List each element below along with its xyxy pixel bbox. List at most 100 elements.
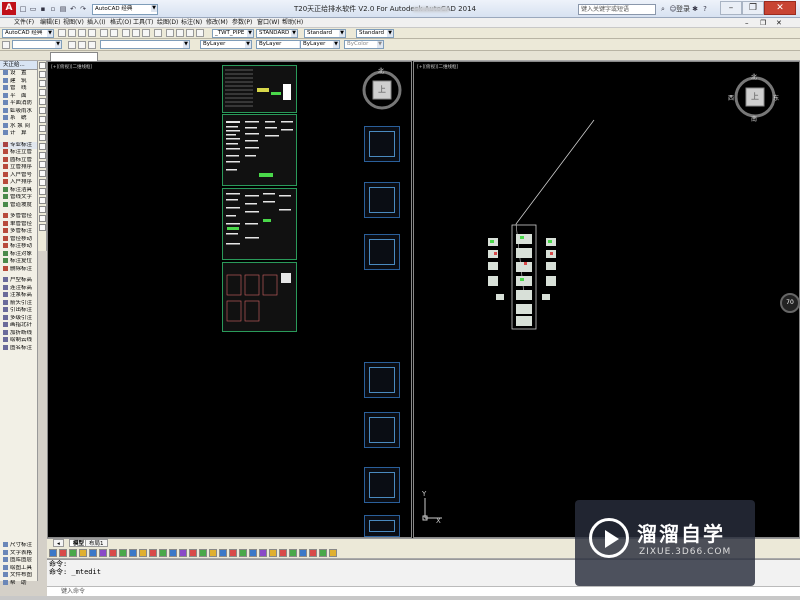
menu-item-entry-sort[interactable]: 入户排序 (0, 179, 37, 187)
menu-item-pipe-slope[interactable]: 管道坡度 (0, 201, 37, 210)
mtext-tool-icon[interactable] (38, 224, 46, 231)
menu-item-pump-elevation[interactable]: 注泵标高 (0, 292, 37, 300)
doc-restore-icon[interactable]: ❐ (760, 18, 766, 28)
workspace-switcher[interactable]: AutoCAD 经典 ▼ (92, 4, 158, 15)
paste-icon[interactable] (142, 29, 150, 37)
tool-icon[interactable] (169, 549, 177, 557)
menu-window[interactable]: 窗口(W) (257, 18, 280, 28)
autocad-logo-icon[interactable]: A (2, 2, 16, 15)
search-input[interactable]: 键入关键字或短语 (578, 4, 656, 15)
linetype-combo[interactable]: ByLayer▼ (256, 40, 306, 49)
tool-icon[interactable] (249, 549, 257, 557)
drawing-canvas[interactable]: [+][俯视][二维线框] 北 上 [+][俯视][二维线框] 北 南 东 西 … (47, 61, 800, 538)
search-icon[interactable]: ⌕ (658, 4, 668, 14)
arc-tool-icon[interactable] (38, 107, 46, 114)
polygon-tool-icon[interactable] (38, 89, 46, 96)
menu-item-multi-label[interactable]: 多管标注 (0, 228, 37, 236)
menu-item-label-object[interactable]: 标注对象 (0, 250, 37, 259)
properties-icon[interactable] (196, 29, 204, 37)
menu-item-single-diameter[interactable]: 单管管径 (0, 220, 37, 229)
plan-page[interactable] (364, 126, 400, 162)
plotstyle-combo[interactable]: ByColor ▼ (344, 40, 384, 49)
right-viewport[interactable]: [+][俯视][二维线框] 北 南 东 西 上 Y X (413, 61, 800, 538)
menu-item-label-reset[interactable]: 标注复位 (0, 258, 37, 266)
menu-view[interactable]: 视图(V) (63, 18, 84, 28)
menu-item-pipe-text[interactable]: 管线文字 (0, 194, 37, 202)
menu-item-system[interactable]: 系 统 (0, 115, 37, 123)
menu-item-help[interactable]: 帮 助 (0, 579, 37, 588)
pan-icon[interactable] (166, 29, 174, 37)
tool-icon[interactable] (59, 549, 67, 557)
save-icon[interactable]: ▪ (38, 4, 48, 14)
redo-icon[interactable]: ↷ (78, 4, 88, 14)
menu-item-continuous-elevation[interactable]: 连注标高 (0, 284, 37, 293)
settings-icon[interactable] (58, 29, 66, 37)
tool-icon[interactable] (309, 549, 317, 557)
drawing-sheet[interactable] (222, 65, 297, 113)
doc-close-icon[interactable]: ✕ (776, 18, 782, 28)
tool-icon[interactable] (139, 549, 147, 557)
tool-icon[interactable] (89, 549, 97, 557)
tool-icon[interactable] (99, 549, 107, 557)
plan-page[interactable] (364, 412, 400, 448)
cut-icon[interactable] (122, 29, 130, 37)
make-block-icon[interactable] (38, 170, 46, 177)
restore-button[interactable]: ❐ (742, 1, 764, 15)
layer-combo[interactable]: ▼ (12, 40, 62, 49)
save-file-icon[interactable] (88, 29, 96, 37)
menu-item-entry-pipe[interactable]: 入户管号 (0, 171, 37, 180)
close-button[interactable]: ✕ (764, 1, 796, 15)
menu-item-building[interactable]: 建 筑 (0, 77, 37, 86)
command-input[interactable]: 键入命令 (47, 586, 800, 596)
workspace-combo[interactable]: AutoCAD 经典 ▼ (2, 29, 54, 38)
tool-icon[interactable] (129, 549, 137, 557)
tool-icon[interactable] (79, 549, 87, 557)
dim-style-combo[interactable]: Standard ▼ (304, 29, 346, 38)
menu-item-leader-label[interactable]: 引出标注 (0, 307, 37, 315)
tool-icon[interactable] (119, 549, 127, 557)
tool-icon[interactable] (289, 549, 297, 557)
menu-item-riser-sort[interactable]: 立管排序 (0, 164, 37, 172)
tool-icon[interactable] (179, 549, 187, 557)
exchange-icon[interactable]: ✱ (690, 4, 700, 14)
tool-icon[interactable] (329, 549, 337, 557)
tool-icon[interactable] (259, 549, 267, 557)
menu-item-revision-cloud[interactable]: 绘制云线 (0, 337, 37, 345)
region-tool-icon[interactable] (38, 206, 46, 213)
menu-item-plan[interactable]: 平 面 (0, 92, 37, 101)
menu-item-break-line[interactable]: 加折断线 (0, 329, 37, 338)
open-icon[interactable]: ▭ (28, 4, 38, 14)
menu-item-plan-fire[interactable]: 平面消防 (0, 100, 37, 108)
left-viewport[interactable]: [+][俯视][二维线框] 北 上 (47, 61, 412, 538)
spline-tool-icon[interactable] (38, 134, 46, 141)
menu-item-circle-riser[interactable]: 圆标立管 (0, 156, 37, 165)
menu-edit[interactable]: 编辑(E) (40, 18, 60, 28)
menu-help[interactable]: 帮助(H) (282, 18, 303, 28)
open-file-icon[interactable] (78, 29, 86, 37)
menu-item-diameter-move[interactable]: 管径移动 (0, 235, 37, 244)
menu-dimension[interactable]: 标注(N) (181, 18, 202, 28)
menu-item-drawing-title[interactable]: 图名标注 (0, 344, 37, 353)
menu-draw[interactable]: 绘图(D) (157, 18, 178, 28)
tool-icon[interactable] (229, 549, 237, 557)
revcloud-tool-icon[interactable] (38, 125, 46, 132)
menu-parametric[interactable]: 参数(P) (232, 18, 252, 28)
table-style-combo[interactable]: Standard ▼ (356, 29, 394, 38)
tool-icon[interactable] (159, 549, 167, 557)
document-tab[interactable] (50, 52, 98, 61)
zoom-window-icon[interactable] (186, 29, 194, 37)
polyline-tool-icon[interactable] (38, 80, 46, 87)
table-tool-icon[interactable] (38, 215, 46, 222)
menu-item-draw-tools[interactable]: 绘图工具 (0, 564, 37, 573)
construction-line-icon[interactable] (38, 71, 46, 78)
color-combo[interactable]: ByLayer ▼ (200, 40, 252, 49)
tool-icon[interactable] (319, 549, 327, 557)
undo-icon[interactable]: ↶ (68, 4, 78, 14)
plan-page[interactable] (364, 515, 400, 537)
menu-modify[interactable]: 修改(M) (206, 18, 228, 28)
menu-item-unit-elevation[interactable]: 户型标高 (0, 277, 37, 285)
point-tool-icon[interactable] (38, 179, 46, 186)
menu-item-multi-leader[interactable]: 多级引注 (0, 314, 37, 323)
plan-page[interactable] (364, 234, 400, 270)
text-style-combo[interactable]: STANDARD ▼ (256, 29, 298, 38)
